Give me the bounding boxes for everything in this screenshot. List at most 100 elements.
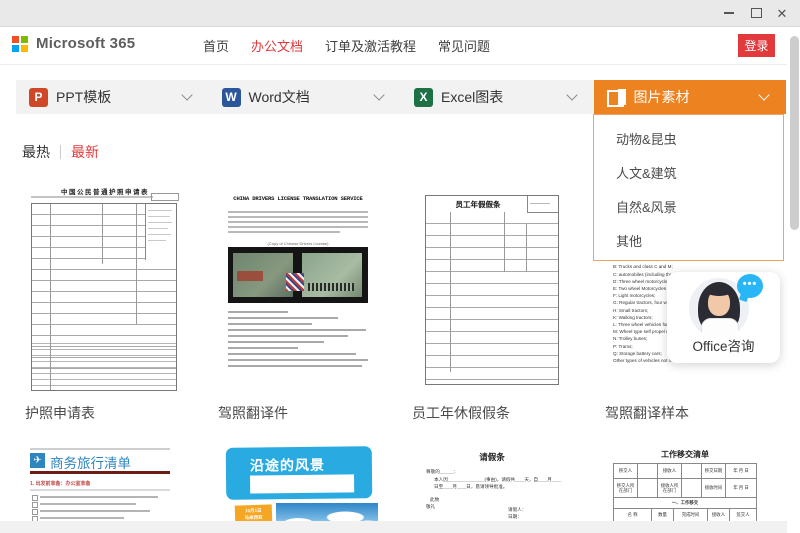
- striped-ribbon: [286, 273, 304, 291]
- chevron-down-icon: [758, 89, 769, 100]
- doc-text-line: 此致: [430, 497, 439, 503]
- window-titlebar: ✕: [0, 0, 800, 27]
- nav-item-orders[interactable]: 订单及激活教程: [325, 36, 416, 55]
- photo-instructions-box: [145, 204, 176, 260]
- doc-preview: CHINA DRIVERS LICENSE TRANSLATION SERVIC…: [218, 183, 378, 395]
- chevron-down-icon: [181, 89, 192, 100]
- blue-banner: 沿途的风景: [226, 446, 373, 500]
- doc-preview: 中国公民普通护照申请表: [25, 183, 185, 395]
- filter-hot[interactable]: 最热: [22, 142, 50, 162]
- template-caption: 驾照翻译样本: [605, 403, 689, 423]
- login-button[interactable]: 登录: [738, 34, 775, 57]
- category-label: Word文档: [249, 87, 310, 107]
- chevron-down-icon: [373, 89, 384, 100]
- filter-latest[interactable]: 最新: [71, 142, 99, 162]
- table-cell: [682, 464, 702, 478]
- doc-text-line: 日期：: [508, 514, 522, 520]
- minimize-button[interactable]: [716, 0, 742, 26]
- brand-name: Microsoft 365: [36, 35, 135, 52]
- images-icon: [607, 89, 626, 105]
- category-label: PPT模板: [56, 87, 111, 107]
- license-photo: [228, 247, 368, 303]
- doc-preview: ✈ 商务旅行清单 1. 出发前准备：办公室准备: [25, 440, 185, 533]
- table-cell: 年 月 日: [726, 464, 756, 478]
- doc-preview: 请假条 尊敬的＿＿＿： 本人因＿＿＿＿＿＿＿＿(事由)，请假共＿＿天，自＿＿月＿…: [412, 445, 572, 533]
- close-icon: ✕: [777, 7, 788, 20]
- template-card-business-travel[interactable]: ✈ 商务旅行清单 1. 出发前准备：办公室准备: [25, 440, 185, 533]
- template-card-handover[interactable]: 工作移交清单 移交人 接收人 移交日期 年 月 日 移交人所在部门 接收人所在部…: [605, 445, 765, 533]
- nav-item-home[interactable]: 首页: [203, 36, 229, 55]
- excel-icon: X: [414, 88, 433, 107]
- template-card-scenery[interactable]: 沿途的风景 10月1日 马来西亚: [218, 445, 378, 533]
- category-label: Excel图表: [441, 87, 503, 107]
- doc-text-line: 尊敬的＿＿＿：: [426, 469, 458, 475]
- chevron-down-icon: [566, 89, 577, 100]
- dropdown-item-other[interactable]: 其他: [594, 225, 783, 259]
- doc-preview: 沿途的风景 10月1日 马来西亚: [218, 445, 378, 533]
- category-tab-ppt[interactable]: P PPT模板: [16, 80, 209, 114]
- powerpoint-icon: P: [29, 88, 48, 107]
- category-tab-images[interactable]: 图片素材: [594, 80, 787, 114]
- doc-title: 沿途的风景: [250, 455, 325, 476]
- form-table: [31, 203, 177, 391]
- table-cell: 名 称: [614, 509, 652, 521]
- doc-text-line: 请假人：: [508, 507, 526, 513]
- table-cell: [638, 479, 658, 497]
- table-cell: [682, 479, 702, 497]
- doc-title: 员工年假假条: [426, 199, 530, 210]
- category-label: 图片素材: [634, 87, 690, 107]
- assistant-label: Office咨询: [667, 335, 780, 355]
- doc-title: 工作移交清单: [605, 449, 765, 460]
- doc-text-line: B: Trucks and class C and M;: [613, 263, 761, 270]
- table-cell: 接收人: [658, 464, 682, 478]
- table-cell: 数量: [652, 509, 674, 521]
- doc-note-line: [31, 196, 153, 198]
- filter-divider: [60, 145, 61, 159]
- category-tab-word[interactable]: W Word文档: [209, 80, 402, 114]
- word-icon: W: [222, 88, 241, 107]
- table-cell: 年 月 日: [726, 479, 756, 497]
- table-cell: 移交人所在部门: [614, 479, 638, 497]
- brand-logo: Microsoft 365: [12, 35, 135, 52]
- template-caption: 员工年休假假条: [412, 403, 510, 423]
- table-cell: [638, 464, 658, 478]
- doc-subtitle: (Copy of Chinese Drivers License): [218, 241, 378, 246]
- doc-preview: 工作移交清单 移交人 接收人 移交日期 年 月 日 移交人所在部门 接收人所在部…: [605, 445, 765, 533]
- table-cell: 移交人: [614, 464, 638, 478]
- doc-title: 商务旅行清单: [50, 452, 131, 472]
- form-corner-cell: [527, 196, 558, 213]
- dropdown-item-nature[interactable]: 自然&风景: [594, 191, 783, 225]
- category-bar: P PPT模板 W Word文档 X Excel图表 图片素材: [16, 80, 786, 114]
- doc-title: 请假条: [412, 451, 572, 463]
- doc-title: CHINA DRIVERS LICENSE TRANSLATION SERVIC…: [222, 195, 374, 202]
- chat-bubble-icon: •••: [737, 274, 763, 298]
- bottom-strip: [0, 521, 787, 533]
- header: Microsoft 365 首页 办公文档 订单及激活教程 常见问题 登录: [0, 27, 787, 65]
- banner-text-box: [250, 474, 354, 493]
- nav-item-faq[interactable]: 常见问题: [438, 36, 490, 55]
- scrollbar-thumb[interactable]: [790, 36, 799, 230]
- table-cell: 移交日期: [702, 464, 726, 478]
- category-tab-excel[interactable]: X Excel图表: [401, 80, 594, 114]
- template-card-leave-note[interactable]: 请假条 尊敬的＿＿＿： 本人因＿＿＿＿＿＿＿＿(事由)，请假共＿＿天，自＿＿月＿…: [412, 445, 572, 533]
- assistant-widget[interactable]: ••• Office咨询: [667, 272, 780, 363]
- template-caption: 驾照翻译件: [218, 403, 288, 423]
- doc-text-line: 本人因＿＿＿＿＿＿＿＿(事由)，请假共＿＿天，自＿＿月＿＿日至＿＿月＿＿日，恳请…: [434, 477, 564, 491]
- nav-item-office-docs[interactable]: 办公文档: [251, 36, 303, 55]
- close-button[interactable]: ✕: [769, 0, 795, 26]
- sort-filters: 最热 最新: [22, 142, 99, 162]
- form-table: 员工年假假条: [425, 195, 559, 385]
- table-cell: 监交人: [730, 509, 756, 521]
- doc-preview: 员工年假假条: [412, 183, 572, 395]
- table-cell: 接收人所在部门: [658, 479, 682, 497]
- doc-note-box: [151, 193, 179, 201]
- doc-section-heading: 1. 出发前准备：办公室准备: [30, 480, 91, 487]
- dropdown-item-animals[interactable]: 动物&昆虫: [594, 123, 783, 157]
- table-cell: 接收人: [708, 509, 730, 521]
- doc-text-line: 敬礼: [426, 504, 435, 510]
- table-cell: 完成时间: [674, 509, 708, 521]
- dropdown-item-culture[interactable]: 人文&建筑: [594, 157, 783, 191]
- images-dropdown-menu: 动物&昆虫 人文&建筑 自然&风景 其他: [593, 114, 784, 261]
- table-cell: 一、工作移交: [614, 498, 756, 508]
- maximize-button[interactable]: [743, 0, 769, 26]
